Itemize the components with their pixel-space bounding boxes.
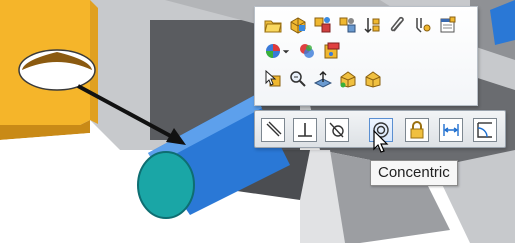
tangent-icon[interactable] (325, 118, 349, 142)
zoom-to-selection-icon[interactable] (288, 69, 308, 89)
coincident-icon[interactable] (261, 118, 285, 142)
sort-icon[interactable] (363, 15, 383, 35)
appearance-icon[interactable] (263, 41, 283, 61)
isolate-icon[interactable] (338, 15, 358, 35)
clip-icon[interactable] (388, 15, 408, 35)
select-other-icon[interactable] (263, 69, 283, 89)
material-icon[interactable] (322, 41, 342, 61)
view-part-icon[interactable] (338, 69, 358, 89)
normal-to-icon[interactable] (313, 69, 333, 89)
component-properties-icon[interactable] (313, 15, 333, 35)
distance-icon[interactable] (439, 118, 463, 142)
perpendicular-icon[interactable] (293, 118, 317, 142)
appearance-dropdown-icon[interactable] (281, 41, 291, 61)
change-transparency-icon[interactable] (297, 41, 317, 61)
tooltip-text: Concentric (378, 164, 450, 181)
hide-show-icon[interactable] (363, 69, 383, 89)
open-part-icon[interactable] (263, 15, 283, 35)
mouse-cursor-icon (373, 130, 389, 153)
document-properties-icon[interactable] (438, 15, 458, 35)
sensor-icon[interactable] (413, 15, 433, 35)
tooltip: Concentric (370, 160, 458, 186)
lock-icon[interactable] (405, 118, 429, 142)
context-toolbar (254, 6, 478, 106)
shaft-end-face (137, 151, 195, 219)
angle-icon[interactable] (473, 118, 497, 142)
edit-component-icon[interactable] (288, 15, 308, 35)
